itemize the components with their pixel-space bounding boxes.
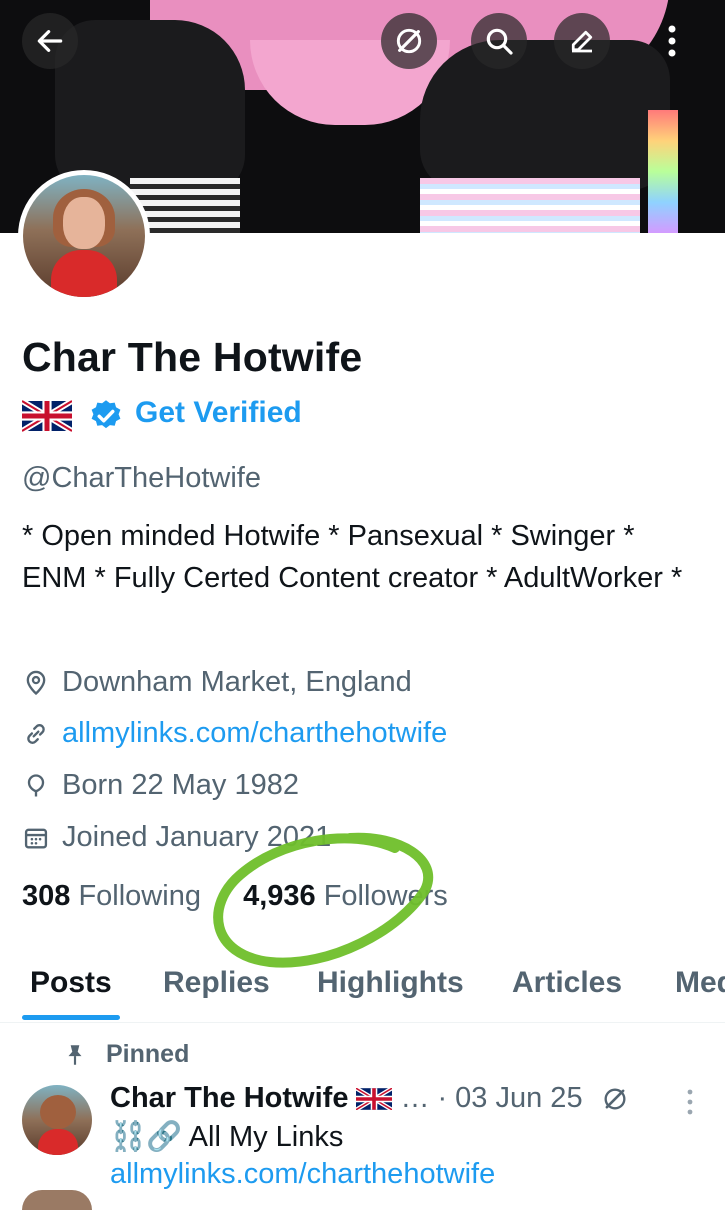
location-text: Downham Market, England xyxy=(62,666,412,698)
profile-joined: Joined January 2021 xyxy=(22,821,331,854)
more-vertical-icon xyxy=(668,25,676,57)
back-arrow-icon xyxy=(37,30,63,52)
avatar-photo xyxy=(23,175,145,297)
pinned-indicator: Pinned xyxy=(62,1040,189,1069)
tab-replies[interactable]: Replies xyxy=(163,966,270,1000)
profile-avatar[interactable] xyxy=(18,170,150,302)
grok-icon xyxy=(396,28,422,54)
more-button[interactable] xyxy=(656,13,688,69)
edit-button[interactable] xyxy=(554,13,610,69)
banner-shoe-right xyxy=(420,40,670,190)
following-link[interactable]: 308 Following xyxy=(22,880,201,912)
uk-flag-icon xyxy=(356,1087,393,1110)
post-date[interactable]: · 03 Jun 25 xyxy=(437,1082,582,1115)
tab-highlights[interactable]: Highlights xyxy=(317,966,464,1000)
profile-website[interactable]: allmylinks.com/charthehotwife xyxy=(22,717,447,750)
search-button[interactable] xyxy=(471,13,527,69)
following-count: 308 xyxy=(22,880,71,912)
grok-button[interactable] xyxy=(381,13,437,69)
post-avatar-clothing xyxy=(38,1129,78,1155)
link-icon xyxy=(22,720,50,748)
location-pin-icon xyxy=(22,669,50,697)
followers-count: 4,936 xyxy=(243,880,316,912)
pinned-label: Pinned xyxy=(106,1040,190,1068)
following-label: Following xyxy=(78,880,201,912)
grok-icon[interactable] xyxy=(601,1085,629,1113)
post-avatar-hair xyxy=(40,1095,76,1129)
verified-badge-icon[interactable] xyxy=(88,398,124,434)
profile-stats: 308 Following 4,936 Followers xyxy=(22,880,448,913)
post-link[interactable]: allmylinks.com/charthehotwife xyxy=(110,1158,495,1191)
search-icon xyxy=(486,28,513,55)
post-header: Char The Hotwife … · 03 Jun 25 xyxy=(110,1082,629,1115)
avatar-clothing xyxy=(51,250,117,297)
avatar-face xyxy=(63,197,105,249)
birthday-text: Born 22 May 1982 xyxy=(62,769,299,801)
get-verified-link[interactable]: Get Verified xyxy=(135,396,302,430)
website-link[interactable]: allmylinks.com/charthehotwife xyxy=(62,717,447,750)
post-more-icon[interactable] xyxy=(683,1088,697,1116)
tab-articles[interactable]: Articles xyxy=(512,966,622,1000)
balloon-icon xyxy=(22,772,50,800)
followers-link[interactable]: 4,936 Followers xyxy=(243,880,448,912)
banner-platform-right xyxy=(420,178,640,233)
post-author-name[interactable]: Char The Hotwife xyxy=(110,1082,348,1115)
back-button[interactable] xyxy=(22,13,78,69)
next-post-avatar[interactable] xyxy=(22,1190,92,1210)
post-author-avatar[interactable] xyxy=(22,1085,92,1155)
banner-heel xyxy=(648,110,678,233)
joined-text: Joined January 2021 xyxy=(62,821,332,853)
calendar-icon xyxy=(22,824,50,852)
profile-bio: * Open minded Hotwife * Pansexual * Swin… xyxy=(22,520,683,594)
pin-icon xyxy=(62,1042,88,1068)
followers-label: Followers xyxy=(323,880,448,912)
profile-tabs: Posts Replies Highlights Articles Media xyxy=(0,960,725,1023)
banner-shoe-left xyxy=(55,20,245,195)
profile-location: Downham Market, England xyxy=(22,666,412,699)
profile-birthday: Born 22 May 1982 xyxy=(22,769,299,802)
edit-icon xyxy=(571,30,593,53)
post-author-ellipsis: … xyxy=(400,1082,430,1114)
profile-display-name: Char The Hotwife xyxy=(22,334,363,380)
tab-media[interactable]: Media xyxy=(675,966,725,1000)
profile-handle: @CharTheHotwife xyxy=(22,462,261,494)
tab-posts[interactable]: Posts xyxy=(30,966,112,1000)
post-text: ⛓️🔗 All My Links xyxy=(110,1121,344,1153)
uk-flag-icon xyxy=(22,400,72,432)
active-tab-indicator xyxy=(22,1015,120,1020)
